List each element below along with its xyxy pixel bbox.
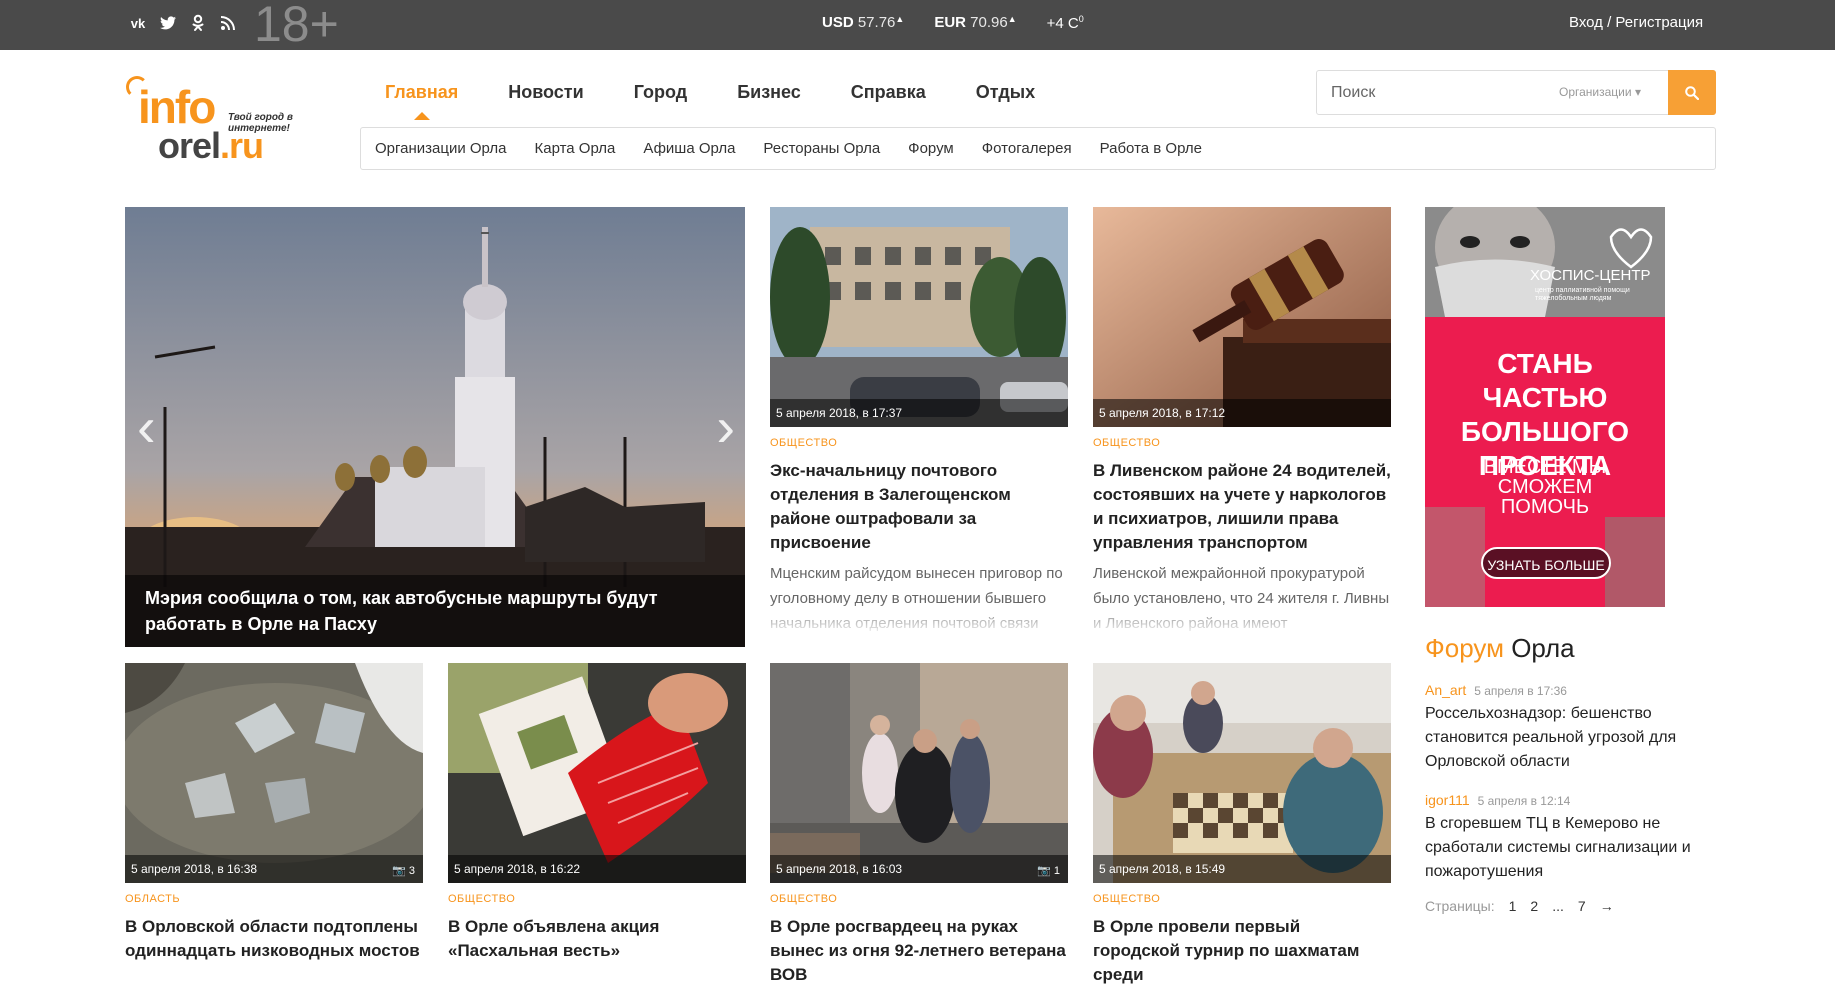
- social-links: vk: [128, 13, 238, 33]
- slider-next-arrow-icon[interactable]: ›: [716, 399, 735, 455]
- news-card[interactable]: 5 апреля 2018, в 16:38 📷 3 область В Орл…: [125, 663, 423, 963]
- forum-widget: Форум Орла An_art 5 апреля в 17:36 Россел…: [1425, 633, 1715, 914]
- news-title[interactable]: В Ливенском районе 24 водителей, состояв…: [1093, 459, 1391, 555]
- subnav-photogallery[interactable]: Фотогалерея: [982, 140, 1072, 157]
- subnav-forum[interactable]: Форум: [908, 140, 954, 157]
- camera-icon: 📷: [392, 865, 406, 877]
- news-date: 5 апреля 2018, в 15:49: [1093, 855, 1391, 883]
- nav-item-news[interactable]: Новости: [508, 82, 583, 103]
- subnav-jobs[interactable]: Работа в Орле: [1100, 140, 1202, 157]
- news-excerpt: Мценским райсудом вынесен приговор по уг…: [770, 565, 1063, 632]
- ad-brand-sub: центр паллиативной помощи тяжелобольным …: [1535, 287, 1630, 302]
- subnav-restaurants[interactable]: Рестораны Орла: [763, 140, 880, 157]
- news-rubric[interactable]: общество: [1093, 893, 1391, 905]
- eur-rate: EUR 70.96▲: [934, 14, 1017, 31]
- photo-count: 📷 1: [1037, 865, 1060, 877]
- news-card[interactable]: 5 апреля 2018, в 16:22 общество В Орле о…: [448, 663, 746, 963]
- nav-item-business[interactable]: Бизнес: [737, 82, 801, 103]
- news-image[interactable]: 5 апреля 2018, в 17:37: [770, 207, 1068, 427]
- nav-item-reference[interactable]: Справка: [851, 82, 926, 103]
- page-link[interactable]: 2: [1530, 898, 1538, 914]
- caret-down-icon: ▾: [1634, 85, 1641, 99]
- currency-rates: USD 57.76▲ EUR 70.96▲ +4 С0: [822, 14, 1084, 32]
- forum-post-title[interactable]: Россельхознадзор: бешенство становится р…: [1425, 702, 1715, 774]
- forum-time: 5 апреля в 17:36: [1474, 684, 1567, 698]
- news-rubric[interactable]: область: [125, 893, 423, 905]
- nav-item-leisure[interactable]: Отдых: [976, 82, 1035, 103]
- up-arrow-icon: ▲: [1007, 14, 1017, 24]
- subnav-events[interactable]: Афиша Орла: [643, 140, 735, 157]
- news-rubric[interactable]: общество: [448, 893, 746, 905]
- page-link[interactable]: 7: [1578, 898, 1586, 914]
- news-date: 5 апреля 2018, в 16:38: [125, 855, 423, 883]
- news-image[interactable]: 5 апреля 2018, в 15:49: [1093, 663, 1391, 883]
- ad-subline: ВМЕСТЕ МЫ СМОЖЕМ ПОМОЧЬ: [1483, 456, 1607, 518]
- news-rubric[interactable]: общество: [770, 437, 1068, 449]
- news-date: 5 апреля 2018, в 17:12: [1093, 399, 1391, 427]
- logo-tagline: Твой город в интернете!: [228, 112, 293, 134]
- news-title[interactable]: Экс-начальницу почтового отделения в Зал…: [770, 459, 1068, 555]
- news-card[interactable]: 5 апреля 2018, в 17:37 общество Экс-нача…: [770, 207, 1068, 636]
- news-image[interactable]: 5 апреля 2018, в 16:22: [448, 663, 746, 883]
- search-button[interactable]: [1668, 70, 1716, 115]
- hero-slider[interactable]: ‹ › Мэрия сообщила о том, как автобусные…: [125, 207, 745, 647]
- main-nav: Главная Новости Город Бизнес Справка Отд…: [385, 82, 1085, 120]
- news-card[interactable]: 5 апреля 2018, в 17:12 общество В Ливенс…: [1093, 207, 1391, 636]
- rss-icon[interactable]: [218, 13, 238, 33]
- up-arrow-icon: ▲: [895, 14, 905, 24]
- subnav-map[interactable]: Карта Орла: [534, 140, 615, 157]
- login-register-link[interactable]: Вход / Регистрация: [1569, 14, 1703, 31]
- subnav-organizations[interactable]: Организации Орла: [375, 140, 506, 157]
- pages-label: Страницы:: [1425, 898, 1495, 914]
- search-input[interactable]: [1317, 71, 1547, 114]
- news-excerpt: Ливенской межрайонной прокуратурой было …: [1093, 565, 1390, 632]
- search-box: Организации ▾: [1316, 70, 1716, 115]
- news-card[interactable]: 5 апреля 2018, в 16:03 📷 1 общество В Ор…: [770, 663, 1068, 987]
- news-image[interactable]: 5 апреля 2018, в 16:03 📷 1: [770, 663, 1068, 883]
- forum-time: 5 апреля в 12:14: [1477, 794, 1571, 808]
- news-title[interactable]: В Орловской области подтоплены одиннадца…: [125, 915, 423, 963]
- top-bar: vk 18+ USD 57.76▲ EUR 70.96▲ +4 С0 Вход …: [0, 0, 1835, 50]
- news-date: 5 апреля 2018, в 16:22: [448, 855, 746, 883]
- news-date: 5 апреля 2018, в 17:37: [770, 399, 1068, 427]
- odnoklassniki-icon[interactable]: [188, 13, 208, 33]
- news-title[interactable]: В Орле объявлена акция «Пасхальная весть…: [448, 915, 746, 963]
- forum-post: igor111 5 апреля в 12:14 В сгоревшем ТЦ в…: [1425, 792, 1715, 884]
- news-title[interactable]: В Орле росгвардеец на руках вынес из огн…: [770, 915, 1068, 987]
- news-image[interactable]: 5 апреля 2018, в 16:38 📷 3: [125, 663, 423, 883]
- forum-post-title[interactable]: В сгоревшем ТЦ в Кемерово не сработали с…: [1425, 812, 1715, 884]
- news-card[interactable]: 5 апреля 2018, в 15:49 общество В Орле п…: [1093, 663, 1391, 987]
- age-rating: 18+: [254, 0, 339, 52]
- twitter-icon[interactable]: [158, 13, 178, 33]
- page-ellipsis: ...: [1552, 898, 1564, 914]
- usd-rate: USD 57.76▲: [822, 14, 905, 31]
- nav-item-main[interactable]: Главная: [385, 82, 458, 120]
- photo-count: 📷 3: [392, 865, 415, 877]
- news-image[interactable]: 5 апреля 2018, в 17:12: [1093, 207, 1391, 427]
- slider-prev-arrow-icon[interactable]: ‹: [137, 399, 156, 455]
- forum-post: An_art 5 апреля в 17:36 Россельхознадзор:…: [1425, 682, 1715, 774]
- temperature: +4 С0: [1046, 14, 1084, 32]
- news-rubric[interactable]: общество: [1093, 437, 1391, 449]
- forum-user[interactable]: An_art: [1425, 682, 1466, 698]
- hero-caption[interactable]: Мэрия сообщила о том, как автобусные мар…: [125, 575, 745, 647]
- sub-nav: Организации Орла Карта Орла Афиша Орла Р…: [360, 127, 1716, 170]
- search-category-select[interactable]: Организации ▾: [1559, 85, 1641, 99]
- search-icon: [1685, 85, 1699, 100]
- ad-brand: ХОСПИС-ЦЕНТР: [1530, 267, 1651, 284]
- vk-icon[interactable]: vk: [128, 13, 148, 33]
- nav-item-city[interactable]: Город: [634, 82, 687, 103]
- forum-user[interactable]: igor111: [1425, 792, 1470, 808]
- forum-pagination: Страницы: 1 2 ... 7 →: [1425, 898, 1715, 914]
- forum-title[interactable]: Форум Орла: [1425, 633, 1715, 664]
- ad-learn-more-button[interactable]: УЗНАТЬ БОЛЬШЕ: [1481, 547, 1611, 579]
- page-link[interactable]: 1: [1509, 898, 1517, 914]
- news-rubric[interactable]: общество: [770, 893, 1068, 905]
- site-logo[interactable]: info orel.ru Твой город в интернете!: [124, 76, 304, 172]
- next-page-arrow-icon[interactable]: →: [1600, 898, 1614, 914]
- news-date: 5 апреля 2018, в 16:03: [770, 855, 1068, 883]
- news-title[interactable]: В Орле провели первый городской турнир п…: [1093, 915, 1391, 987]
- camera-icon: 📷: [1037, 865, 1051, 877]
- hospice-ad-banner[interactable]: ХОСПИС-ЦЕНТР центр паллиативной помощи т…: [1425, 207, 1665, 607]
